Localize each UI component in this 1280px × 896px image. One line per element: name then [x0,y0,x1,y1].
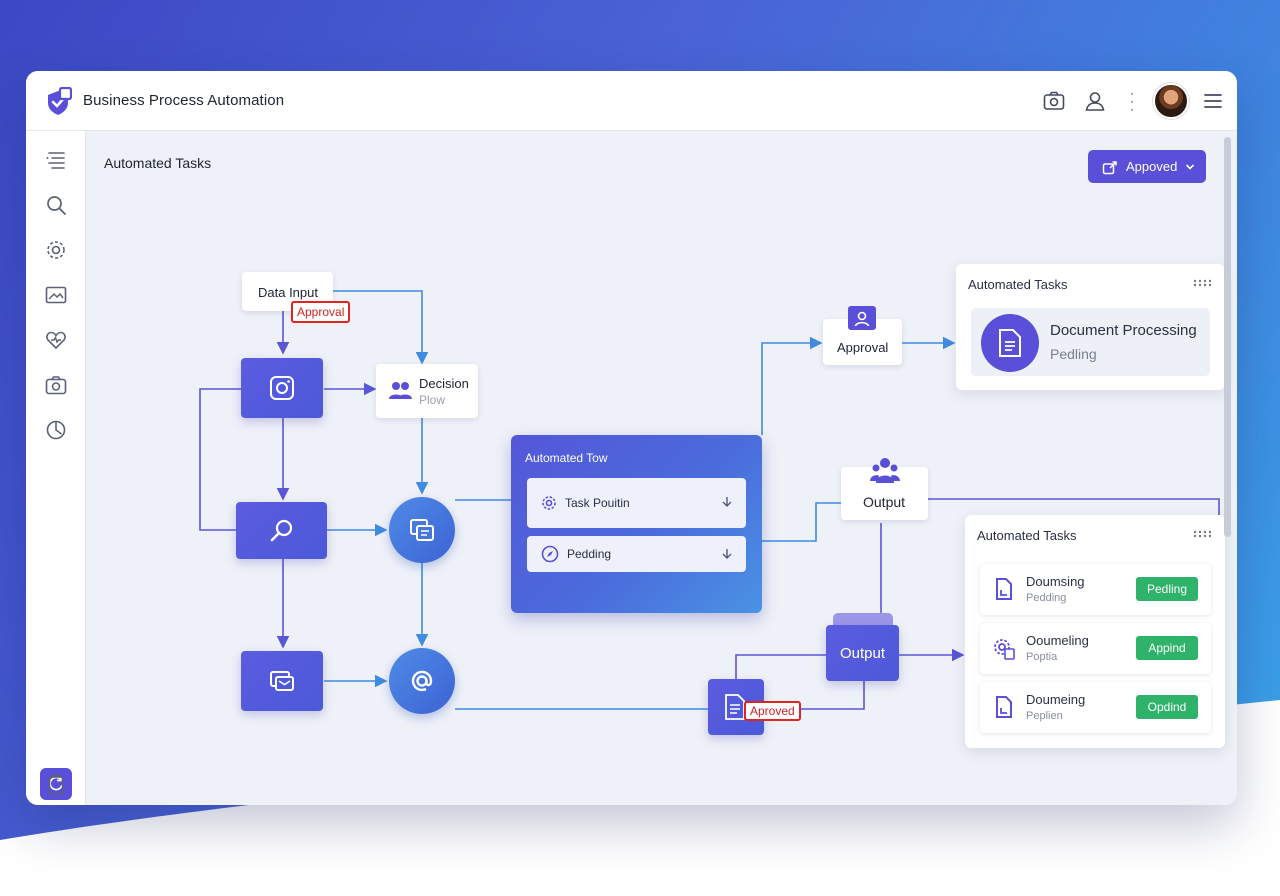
chevron-down-icon [722,549,732,559]
user-icon[interactable] [1083,89,1107,113]
status-badge: Appind [1136,636,1198,660]
document-icon [996,696,1012,718]
message-node[interactable] [241,651,323,711]
decision-title: Decision [419,376,469,391]
chart-icon[interactable] [44,418,68,442]
approval-tag: Approval [291,301,351,323]
heart-icon[interactable] [44,328,68,352]
search-icon[interactable] [44,193,68,217]
output-node-main[interactable]: Output [826,625,899,681]
camera-icon[interactable] [1042,89,1066,113]
task-status: Peplien [1026,710,1063,722]
tasks-panel-top-title: Automated Tasks [968,277,1068,292]
settings-icon[interactable] [44,238,68,262]
list-icon[interactable] [44,148,68,172]
search-node[interactable] [236,502,327,559]
document-processing-card[interactable]: Document Processing Pedling [971,308,1210,376]
email-node[interactable] [389,648,455,714]
gear-document-icon [994,639,1015,660]
task-position-label: Task Pouitin [565,496,630,510]
more-horizontal-icon[interactable] [1193,530,1211,538]
camera-app-icon [270,376,294,400]
message-icon [270,671,294,691]
task-name: Ooumeling [1026,633,1089,648]
chevron-down-icon [722,497,732,507]
search-icon [270,519,292,541]
settings-icon [542,496,556,510]
document-icon [996,578,1012,600]
shield-check-icon [48,87,72,115]
output-top-label: Output [863,494,906,510]
users-icon [870,458,900,483]
document-status: Pedling [1050,346,1097,362]
menu-icon[interactable] [1201,89,1225,113]
task-status: Pedding [1026,592,1067,604]
tasks-panel-top: Automated Tasks Document Processing Pedl… [956,264,1225,390]
document-title: Document Processing [1050,322,1197,339]
task-item[interactable]: Ooumeling Poptia Appind [980,623,1211,674]
status-badge: Opdind [1136,695,1198,719]
image-icon[interactable] [44,283,68,307]
decision-subtitle: Plow [419,393,446,407]
status-badge: Pedling [1136,577,1198,601]
scrollbar[interactable] [1224,137,1231,537]
decision-node[interactable]: Decision Plow [376,364,478,418]
top-bar: Business Process Automation [26,71,1237,131]
camera-icon[interactable] [44,373,68,397]
task-name: Doumeing [1026,692,1086,707]
tasks-panel-bottom-title: Automated Tasks [977,528,1077,543]
sidebar [26,131,86,805]
task-name: Doumsing [1026,574,1085,589]
document-icon [725,694,745,720]
users-icon [389,382,412,399]
task-status: Poptia [1026,651,1058,663]
user-icon [854,311,870,327]
avatar[interactable] [1153,83,1189,119]
document-icon-circle [981,314,1039,372]
at-sign-icon [411,670,433,692]
instagram-node[interactable] [241,358,323,418]
clipboard-icon[interactable] [44,773,68,797]
more-vertical-icon[interactable] [1131,91,1133,113]
more-horizontal-icon[interactable] [1193,279,1211,287]
task-position-select[interactable]: Task Pouitin [527,478,746,528]
document-icon [999,329,1021,357]
approval-node-label: Approval [837,340,889,355]
task-item[interactable]: Doumeing Peplien Opdind [980,682,1211,733]
panel-title: Automated Tow [525,451,608,465]
copy-icon [410,519,434,541]
tasks-panel-bottom: Automated Tasks Doumsing Pedding Pedling [965,515,1225,748]
approved-tag: Aproved [744,701,801,721]
app-title: Business Process Automation [83,92,285,109]
copy-node[interactable] [389,497,455,563]
pending-select[interactable]: Pedding [527,536,746,572]
user-badge-icon [848,306,876,330]
data-input-label: Data Input [258,285,318,300]
pending-label: Pedding [567,547,612,561]
compass-icon [541,545,559,563]
workflow-canvas: Automated Tasks Appoved Data Input Appro… [86,131,1237,805]
app-window: Business Process Automation Automated Ta… [26,71,1237,805]
automated-tow-panel: Automated Tow Task Pouitin Pedding [511,435,762,613]
output-main-label: Output [839,644,886,662]
task-item[interactable]: Doumsing Pedding Pedling [980,564,1211,615]
